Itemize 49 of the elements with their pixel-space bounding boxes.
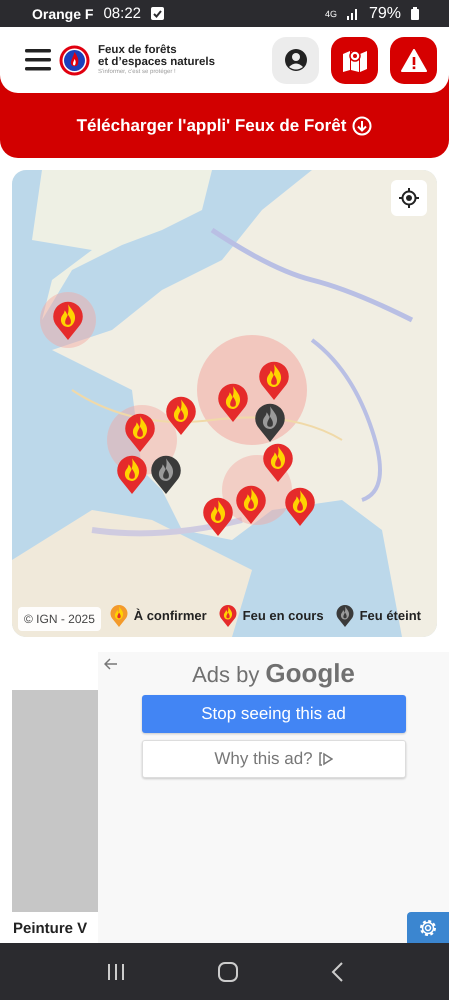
warning-icon <box>400 48 426 72</box>
map-button[interactable] <box>331 36 378 84</box>
site-title: Feux de forêts <box>98 44 178 56</box>
carrier-name: Orange F <box>32 6 94 22</box>
ad-item-title: Peinture V <box>13 920 88 937</box>
home-icon[interactable] <box>218 962 238 982</box>
download-app-banner[interactable]: Télécharger l'appli' Feux de Forêt <box>0 93 449 158</box>
fire-marker[interactable] <box>124 412 156 452</box>
locate-button[interactable] <box>391 180 427 216</box>
fire-marker[interactable] <box>202 496 234 536</box>
fire-marker[interactable] <box>116 454 148 494</box>
fire-marker[interactable] <box>262 442 294 482</box>
legend-label: Feu éteint <box>360 608 421 623</box>
fire-marker[interactable] <box>235 484 267 524</box>
alert-button[interactable] <box>390 36 437 84</box>
site-title: et d’espaces naturels <box>98 56 215 68</box>
battery-level: 79% <box>368 4 401 22</box>
crosshair-icon <box>398 187 420 209</box>
signal-icon <box>346 8 359 20</box>
why-this-ad-button[interactable]: Why this ad? <box>142 740 406 778</box>
google-wordmark: Google <box>265 658 355 689</box>
download-icon <box>352 116 372 136</box>
legend-label: À confirmer <box>134 608 207 623</box>
checkbox-notification-icon <box>151 7 164 20</box>
battery-icon <box>411 7 419 20</box>
menu-icon[interactable] <box>25 49 51 71</box>
fire-marker[interactable] <box>217 382 249 422</box>
fire-marker[interactable] <box>165 395 197 435</box>
account-button[interactable] <box>272 36 319 84</box>
user-icon <box>284 48 308 72</box>
extinguished-fire-marker[interactable] <box>150 454 182 494</box>
settings-icon <box>418 918 438 938</box>
ads-by-label: Ads by <box>192 662 260 688</box>
legend-label: Feu en cours <box>242 608 324 623</box>
clock: 08:22 <box>103 5 142 22</box>
fire-marker[interactable] <box>284 486 316 526</box>
back-icon[interactable] <box>330 962 342 982</box>
recent-apps-icon[interactable] <box>106 962 124 980</box>
extinguished-fire-marker[interactable] <box>254 402 286 442</box>
flame-logo-icon <box>59 44 90 76</box>
stop-seeing-ad-button[interactable]: Stop seeing this ad <box>142 695 406 733</box>
fire-marker[interactable] <box>258 360 290 400</box>
back-arrow-icon[interactable] <box>104 658 118 670</box>
map-pin-icon <box>342 48 368 72</box>
map-attribution: © IGN - 2025 <box>18 607 101 631</box>
network-type: 4G <box>324 8 337 18</box>
adchoices-icon <box>318 752 333 766</box>
settings-button[interactable] <box>407 912 449 943</box>
fire-marker[interactable] <box>52 300 84 340</box>
